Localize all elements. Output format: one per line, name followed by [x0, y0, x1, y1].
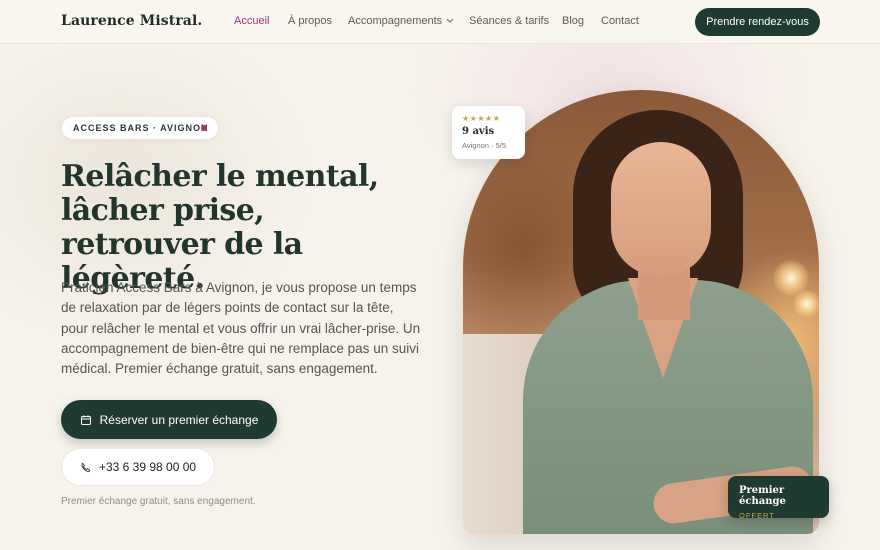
book-appointment-button[interactable]: Prendre rendez-vous: [695, 8, 820, 36]
offer-card: Premier échange OFFERT: [728, 476, 829, 520]
rating-card: ★★★★★ 9 avis Avignon · 5/5: [452, 106, 525, 159]
phone-number-label: +33 6 39 98 00 00: [98, 460, 197, 474]
star-rating-icon: ★★★★★: [462, 114, 501, 123]
nav-item-accueil[interactable]: Accueil: [234, 15, 269, 27]
chevron-down-icon: [446, 18, 454, 23]
nav-item-blog[interactable]: Blog: [562, 15, 584, 27]
calendar-icon: [80, 414, 92, 426]
nav-item-seances-tarifs[interactable]: Séances & tarifs: [469, 15, 549, 27]
nav-item-a-propos[interactable]: À propos: [288, 15, 332, 27]
logo-text: Laurence Mistral: [61, 13, 198, 29]
hero-headline: Relâcher le mental, lâcher prise, retrou…: [61, 159, 379, 296]
site-logo[interactable]: Laurence Mistral.: [61, 13, 202, 29]
review-count: 9 avis: [462, 126, 495, 137]
nav-item-accompagnements[interactable]: Accompagnements: [348, 15, 454, 27]
status-dot-icon: [201, 125, 207, 131]
logo-dot: .: [197, 13, 203, 29]
nav-item-accompagnements-label: Accompagnements: [348, 15, 443, 27]
offer-title: Premier échange: [739, 485, 786, 507]
badge-label: ACCESS BARS · AVIGNON: [73, 123, 209, 133]
nav-item-contact[interactable]: Contact: [601, 15, 639, 27]
phone-call-button[interactable]: +33 6 39 98 00 00: [61, 448, 215, 486]
offer-subtitle: OFFERT: [739, 511, 775, 520]
hero-intro: Praticien Access Bars à Avignon, je vous…: [61, 280, 421, 377]
book-first-exchange-button[interactable]: Réserver un premier échange: [61, 400, 277, 439]
location-badge: ACCESS BARS · AVIGNON: [61, 116, 219, 140]
book-first-exchange-label: Réserver un premier échange: [99, 412, 259, 427]
site-header: Laurence Mistral. Accueil À propos Accom…: [0, 0, 880, 44]
rating-location: Avignon · 5/5: [462, 141, 507, 150]
hero-note: Premier échange gratuit, sans engagement…: [61, 496, 256, 507]
phone-icon: [80, 462, 91, 473]
